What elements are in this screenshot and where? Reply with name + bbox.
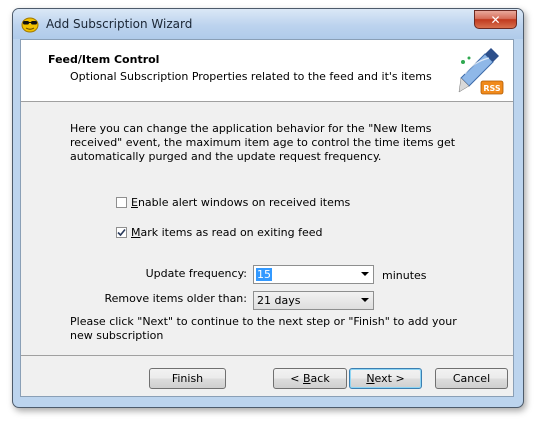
chevron-down-icon[interactable] <box>361 298 369 302</box>
mark-read-option[interactable]: Mark items as read on exiting feed <box>116 226 323 239</box>
window-title: Add Subscription Wizard <box>46 17 193 31</box>
wizard-window: Add Subscription Wizard ✕ Feed/Item Cont… <box>12 8 524 408</box>
update-frequency-value[interactable]: 15 <box>256 268 272 281</box>
back-button[interactable]: < Back <box>273 368 347 389</box>
checkmark-icon <box>117 228 126 237</box>
finish-button[interactable]: Finish <box>149 368 226 389</box>
close-icon: ✕ <box>490 12 501 27</box>
remove-items-value: 21 days <box>257 294 301 307</box>
next-button-label: Next > <box>366 372 405 385</box>
alert-windows-label[interactable]: Enable alert windows on received items <box>131 196 350 209</box>
wizard-body: Feed/Item Control Optional Subscription … <box>20 39 514 397</box>
update-frequency-combo[interactable]: 15 <box>253 265 374 284</box>
mark-read-checkbox[interactable] <box>116 227 127 238</box>
remove-items-label: Remove items older than: <box>104 292 247 305</box>
page-title: Feed/Item Control <box>48 53 160 66</box>
footer-divider <box>21 355 513 356</box>
minutes-label: minutes <box>382 269 427 282</box>
back-button-label: < Back <box>290 372 330 385</box>
rss-feed-logo-icon: RSS <box>458 48 504 95</box>
sunglasses-face-icon <box>21 17 39 33</box>
wizard-header: Feed/Item Control Optional Subscription … <box>21 40 513 102</box>
chevron-down-icon[interactable] <box>361 272 369 276</box>
footer-instructions: Please click "Next" to continue to the n… <box>70 315 457 342</box>
cancel-button[interactable]: Cancel <box>435 368 508 389</box>
update-frequency-label: Update frequency: <box>145 267 247 280</box>
close-button[interactable]: ✕ <box>474 10 517 29</box>
rss-logo-text: RSS <box>483 84 501 93</box>
alert-windows-checkbox[interactable] <box>116 197 127 208</box>
remove-items-combo[interactable]: 21 days <box>253 291 374 310</box>
mark-read-label[interactable]: Mark items as read on exiting feed <box>131 226 323 239</box>
page-subtitle: Optional Subscription Properties related… <box>70 70 432 83</box>
next-button[interactable]: Next > <box>349 368 422 389</box>
title-bar[interactable]: Add Subscription Wizard ✕ <box>13 9 523 39</box>
intro-text: Here you can change the application beha… <box>70 122 456 163</box>
alert-windows-option[interactable]: Enable alert windows on received items <box>116 196 350 209</box>
